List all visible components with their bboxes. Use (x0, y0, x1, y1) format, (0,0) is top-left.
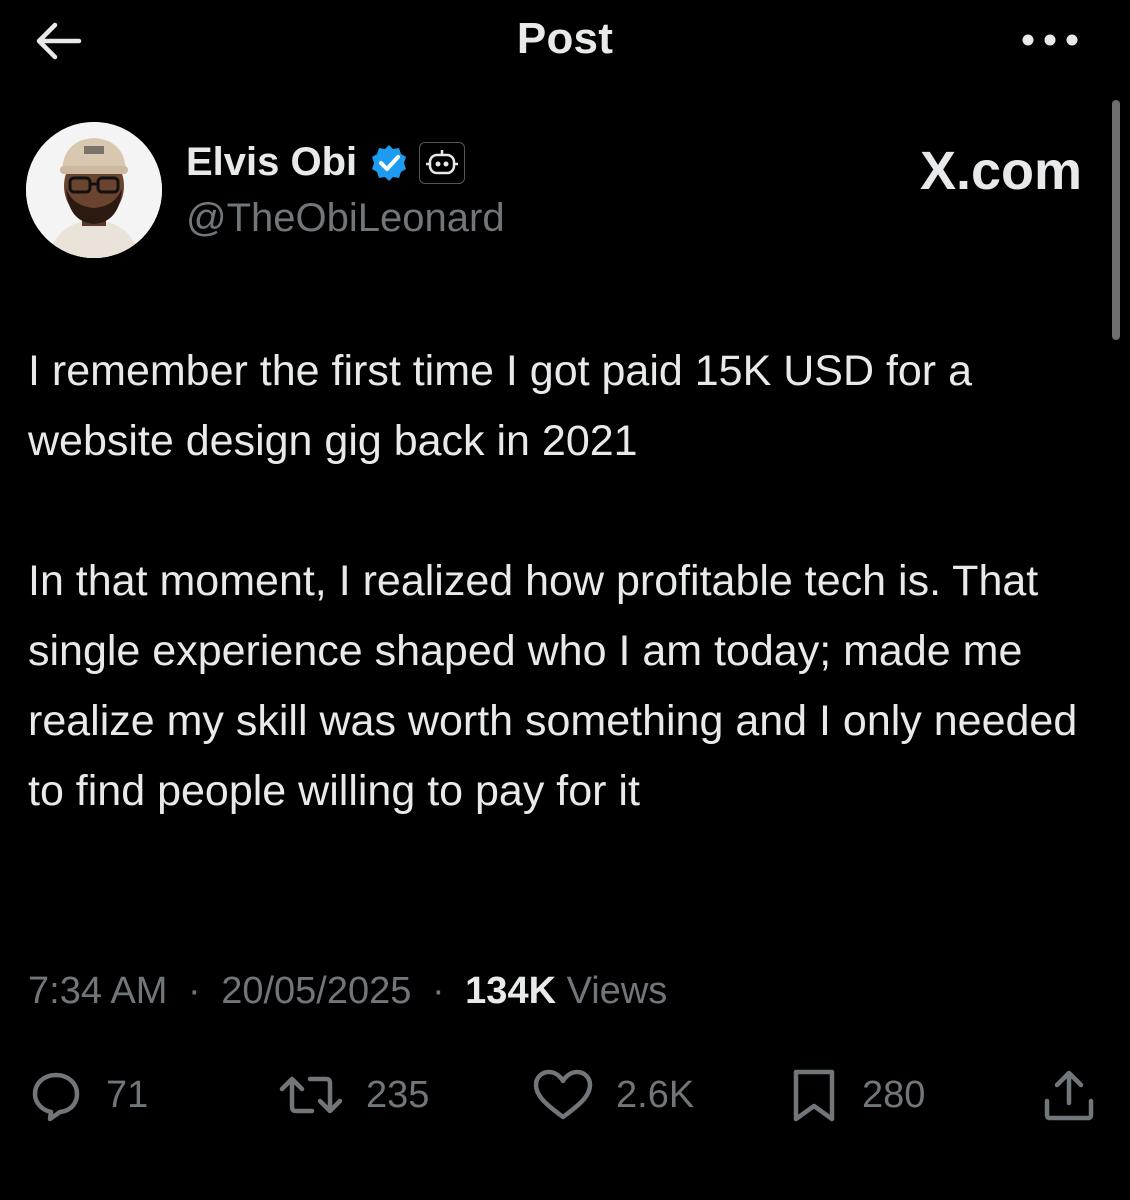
author-handle[interactable]: @TheObiLeonard (186, 196, 505, 241)
post-paragraph: In that moment, I realized how profitabl… (28, 557, 1078, 815)
repost-icon (279, 1076, 343, 1114)
bookmark-button[interactable]: 280 (788, 1060, 925, 1130)
views-count: 134K (465, 970, 557, 1012)
avatar-image (26, 122, 162, 258)
post-meta: 7:34 AM · 20/05/2025 · 134K Views (28, 970, 667, 1013)
bot-badge-icon (419, 141, 466, 184)
post-paragraph: I remember the first time I got paid 15K… (28, 347, 972, 465)
heart-icon (533, 1069, 593, 1120)
repost-count: 235 (366, 1073, 430, 1116)
bookmark-icon (793, 1069, 835, 1122)
brand-watermark: X.com (919, 141, 1082, 201)
bookmark-count: 280 (862, 1073, 926, 1116)
views-label: Views (566, 970, 668, 1012)
author-name: Elvis Obi (186, 140, 358, 184)
reply-button[interactable]: 71 (28, 1060, 148, 1130)
post-body: I remember the first time I got paid 15K… (28, 336, 1098, 826)
page-title: Post (516, 14, 614, 63)
share-icon (1044, 1070, 1094, 1121)
verified-badge-icon (369, 143, 409, 183)
scrollbar[interactable] (1112, 100, 1120, 340)
post-date[interactable]: 20/05/2025 (221, 970, 411, 1012)
share-button[interactable] (1040, 1060, 1098, 1130)
avatar[interactable] (26, 122, 162, 258)
more-options-button[interactable] (1018, 22, 1082, 58)
meta-separator: · (187, 970, 201, 1012)
action-bar: 71 235 2.6K 280 (0, 1060, 1130, 1130)
like-button[interactable]: 2.6K (532, 1060, 694, 1130)
more-horizontal-icon (1022, 34, 1078, 46)
like-count: 2.6K (616, 1073, 695, 1116)
top-bar: Post (0, 0, 1130, 80)
meta-separator: · (431, 970, 445, 1012)
post-page: Post Elvis Obi @TheObiLeonard X.com I re… (0, 0, 1130, 1200)
post-time[interactable]: 7:34 AM (28, 970, 167, 1012)
reply-icon (32, 1072, 80, 1122)
repost-button[interactable]: 235 (278, 1060, 429, 1130)
author-name-row[interactable]: Elvis Obi (186, 140, 466, 185)
reply-count: 71 (106, 1073, 149, 1116)
